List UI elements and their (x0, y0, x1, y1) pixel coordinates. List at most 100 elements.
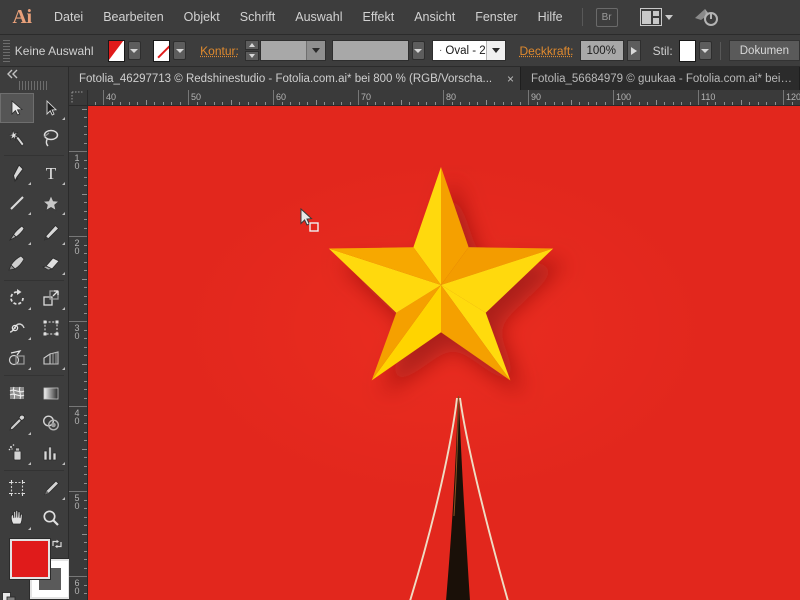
vertical-ruler[interactable]: 102030405060 (69, 106, 88, 600)
tool-flyout-corner-icon (62, 272, 65, 275)
gradient-tool[interactable] (34, 378, 68, 408)
brush-definition-combo[interactable]: · Oval - 2 Pt. (432, 40, 505, 61)
opacity-label[interactable]: Deckkraft: (520, 44, 574, 58)
svg-text:T: T (46, 164, 57, 183)
menu-bearbeiten[interactable]: Bearbeiten (93, 0, 173, 35)
line-segment-tool[interactable] (0, 188, 34, 218)
stroke-profile-field[interactable] (332, 40, 409, 61)
stroke-color-swatch[interactable] (153, 40, 170, 62)
column-graph-tool[interactable] (34, 438, 68, 468)
default-fill-stroke-icon[interactable] (2, 592, 17, 600)
tool-flyout-corner-icon (62, 367, 65, 370)
menu-fenster[interactable]: Fenster (465, 0, 527, 35)
fill-color-fill (109, 41, 124, 61)
opacity-flyout-button[interactable] (627, 40, 641, 61)
collapse-panel-icon[interactable] (0, 67, 68, 81)
stepper-down[interactable] (245, 51, 259, 61)
graphic-style-dropdown[interactable] (699, 41, 712, 60)
artboard-tool[interactable] (0, 473, 34, 503)
fill-swatch-dropdown[interactable] (128, 41, 141, 60)
graphic-style-swatch[interactable] (679, 40, 696, 62)
ruler-tick (358, 90, 359, 105)
menu-objekt[interactable]: Objekt (174, 0, 230, 35)
shape-builder-tool[interactable] (0, 343, 34, 373)
eyedropper-tool[interactable] (0, 408, 34, 438)
close-icon[interactable]: × (507, 72, 514, 86)
hand-tool[interactable] (0, 503, 34, 533)
tool-divider (4, 375, 64, 376)
christmas-tree-spire[interactable] (388, 396, 528, 600)
symbol-sprayer-tool[interactable] (0, 438, 34, 468)
faceted-five-point-star[interactable] (321, 165, 589, 425)
document-tab-inactive[interactable]: Fotolia_56684979 © guukaa - Fotolia.com.… (521, 67, 800, 90)
opacity-field[interactable]: 100% (580, 40, 624, 61)
menu-auswahl[interactable]: Auswahl (285, 0, 352, 35)
menu-datei[interactable]: Datei (44, 0, 93, 35)
stroke-weight-stepper[interactable] (245, 40, 259, 61)
color-controls (0, 537, 68, 600)
lasso-tool[interactable] (34, 123, 68, 153)
stroke-weight-combo[interactable] (260, 40, 326, 61)
document-setup-button[interactable]: Dokumen (729, 40, 800, 61)
shape-star-tool[interactable] (34, 188, 68, 218)
artboard-canvas[interactable] (88, 106, 800, 600)
ruler-label: 30 (71, 324, 83, 340)
swap-fill-stroke-icon[interactable] (50, 537, 64, 551)
chevron-down-icon (130, 49, 138, 53)
perspective-grid-tool[interactable] (34, 343, 68, 373)
ruler-label: 60 (71, 579, 83, 595)
mesh-tool[interactable] (0, 378, 34, 408)
free-transform-tool[interactable] (34, 313, 68, 343)
scale-tool[interactable] (34, 283, 68, 313)
menu-hilfe[interactable]: Hilfe (528, 0, 573, 35)
stepper-up[interactable] (245, 40, 259, 50)
eraser-tool[interactable] (34, 248, 68, 278)
ruler-label: 100 (616, 92, 631, 102)
tools-panel-grip[interactable] (19, 81, 49, 90)
blend-tool[interactable] (34, 408, 68, 438)
stroke-profile-dropdown[interactable] (412, 41, 425, 60)
ruler-origin-corner[interactable] (69, 90, 88, 106)
ruler-tick (69, 151, 87, 152)
ruler-label: 40 (71, 409, 83, 425)
document-tab-active[interactable]: Fotolia_46297713 © Redshinestudio - Foto… (69, 67, 521, 90)
zoom-tool[interactable] (34, 503, 68, 533)
stroke-weight-dropdown[interactable] (306, 41, 325, 60)
pencil-tool[interactable] (34, 218, 68, 248)
ruler-tick (69, 491, 87, 492)
ruler-tick (273, 90, 274, 105)
width-tool[interactable] (0, 313, 34, 343)
magic-wand-tool[interactable] (0, 123, 34, 153)
control-bar-grip[interactable] (3, 40, 10, 62)
creative-cloud-icon[interactable] (693, 6, 719, 28)
tool-divider (4, 280, 64, 281)
style-label: Stil: (653, 44, 673, 58)
stroke-weight-label[interactable]: Kontur: (200, 44, 239, 58)
menu-effekt[interactable]: Effekt (352, 0, 404, 35)
tool-flyout-corner-icon (28, 242, 31, 245)
selection-tool[interactable] (0, 93, 34, 123)
selection-status-label: Keine Auswahl (15, 44, 94, 58)
tool-divider (4, 155, 64, 156)
tool-flyout-corner-icon (28, 337, 31, 340)
bridge-icon[interactable]: Br (596, 8, 618, 27)
stroke-swatch-dropdown[interactable] (173, 41, 186, 60)
fill-color-box[interactable] (10, 539, 50, 579)
arrange-documents-button[interactable] (640, 8, 673, 26)
blob-brush-tool[interactable] (0, 248, 34, 278)
arrange-documents-icon (640, 8, 662, 26)
pen-tool[interactable] (0, 158, 34, 188)
direct-selection-tool[interactable] (34, 93, 68, 123)
paintbrush-tool[interactable] (0, 218, 34, 248)
menu-schrift[interactable]: Schrift (230, 0, 285, 35)
rotate-tool[interactable] (0, 283, 34, 313)
horizontal-ruler[interactable]: 405060708090100110120 (88, 90, 800, 106)
brush-dropdown[interactable] (486, 41, 505, 60)
slice-tool[interactable] (34, 473, 68, 503)
control-options-bar: Keine Auswahl Kontur: · Oval - 2 Pt. Dec… (0, 35, 800, 67)
fill-color-swatch[interactable] (108, 40, 125, 62)
ruler-tick (69, 321, 87, 322)
menu-ansicht[interactable]: Ansicht (404, 0, 465, 35)
type-tool[interactable]: T (34, 158, 68, 188)
app-logo-icon: Ai (0, 0, 44, 35)
